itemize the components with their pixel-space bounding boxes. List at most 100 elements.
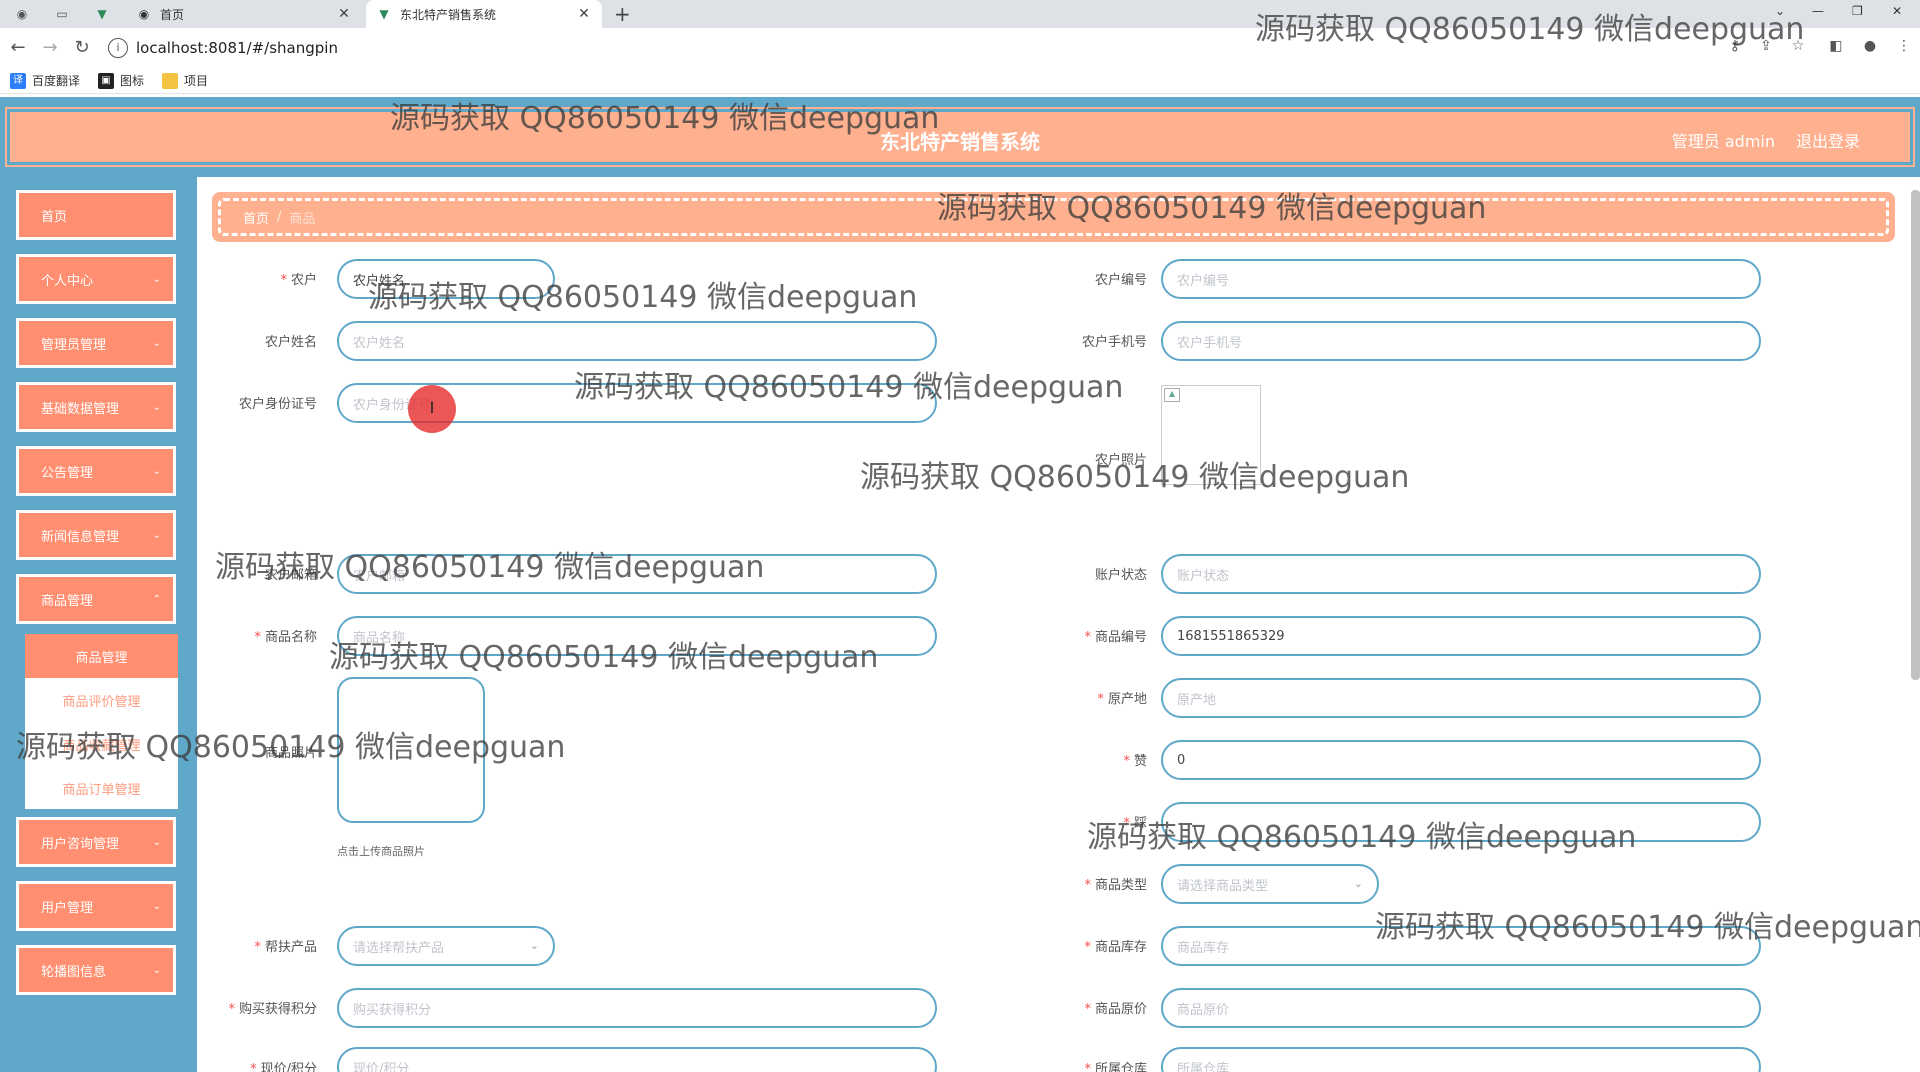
goods-type-select[interactable]: 请选择商品类型 ⌄ [1161,864,1379,904]
watermark: 源码获取 QQ86050149 微信deepguan [860,460,1410,495]
restore-icon[interactable]: ❐ [1852,4,1863,18]
new-tab-icon[interactable]: + [614,2,631,26]
tab-home[interactable]: ◉ 首页 ✕ [126,0,362,28]
minimize-icon[interactable]: — [1812,4,1824,18]
page-scrollbar[interactable] [1911,190,1920,680]
current-price-input[interactable]: 现价/积分 [337,1047,937,1072]
menu-icon[interactable]: ⋮ [1894,38,1914,58]
watermark: 源码获取 QQ86050149 微信deepguan [937,191,1487,226]
watermark: 源码获取 QQ86050149 微信deepguan [574,370,1124,405]
sidebar-item-admin[interactable]: 管理员管理 ⌄ [16,318,176,368]
sidebar-item-profile[interactable]: 个人中心 ⌄ [16,254,176,304]
field-label-nonghu-no: 农户编号 [1094,273,1147,288]
warehouse-input[interactable]: 所属仓库 [1161,1047,1761,1072]
chevron-down-icon: ⌄ [1353,877,1363,890]
bookmark-label: 项目 [184,74,209,88]
chevron-down-icon: ⌄ [152,964,161,976]
tab-system[interactable]: ▼ 东北特产销售系统 ✕ [366,0,602,28]
bookmarks-bar: 译 百度翻译 ▣ 图标 ■ 项目 [0,68,1920,94]
folder-icon: ■ [162,72,179,89]
watermark: 源码获取 QQ86050149 微信deepguan [368,280,918,315]
chevron-down-icon: ⌄ [152,529,161,541]
goods-type-placeholder: 请选择商品类型 [1177,878,1269,894]
field-label-nonghu: * 农户 [280,273,317,288]
field-label-account-status: 账户状态 [1094,568,1147,583]
globe-icon[interactable]: ◉ [14,6,30,22]
app-header: 东北特产销售系统 管理员 admin 退出登录 [0,97,1920,177]
field-label-goods-type: * 商品类型 [1084,878,1147,893]
sidebar-item-label: 用户管理 [41,900,94,916]
sidebar-item-notice[interactable]: 公告管理 ⌄ [16,446,176,496]
blank-tab-icon[interactable]: ▭ [54,6,70,22]
back-icon[interactable]: ← [6,36,30,60]
field-label-nonghu-name: 农户姓名 [264,335,317,350]
watermark: 源码获取 QQ86050149 微信deepguan [1087,820,1637,855]
bookmark-label: 百度翻译 [32,74,81,88]
submenu-item-comments[interactable]: 商品评价管理 [25,678,178,722]
help-product-select[interactable]: 请选择帮扶产品 ⌄ [337,926,555,966]
goods-no-input[interactable]: 1681551865329 [1161,616,1761,656]
submenu-item-orders[interactable]: 商品订单管理 [25,766,178,810]
submenu-item-goods[interactable]: 商品管理 [25,634,178,678]
sidebar-item-consult[interactable]: 用户咨询管理 ⌄ [16,817,176,867]
points-input[interactable]: 购买获得积分 [337,988,937,1028]
sidebar-item-label: 公告管理 [41,465,94,481]
sidebar-item-label: 首页 [41,209,68,225]
sidebar-item-label: 用户咨询管理 [41,836,120,852]
nonghu-no-input[interactable]: 农户编号 [1161,259,1761,299]
sidebar-item-label: 商品管理 [41,593,94,609]
field-label-help-product: * 帮扶产品 [254,940,317,955]
sidebar-item-carousel[interactable]: 轮播图信息 ⌄ [16,945,176,995]
field-label-current-price: * 现价/积分 [250,1062,317,1072]
profile-icon[interactable]: ● [1860,38,1880,58]
broken-image-icon: ▲ [1164,388,1180,402]
nonghu-name-input[interactable]: 农户姓名 [337,321,937,361]
bookmark-project[interactable]: ■ 项目 [162,72,208,89]
translate-icon: 译 [10,72,26,89]
watermark: 源码获取 QQ86050149 微信deepguan [329,640,879,675]
vue-icon[interactable]: ▼ [94,6,110,22]
sidebar-item-users[interactable]: 用户管理 ⌄ [16,881,176,931]
chevron-up-icon: ⌃ [152,593,161,605]
close-icon[interactable]: ✕ [336,6,352,22]
sidebar-item-label: 新闻信息管理 [41,529,120,545]
sidebar-item-label: 管理员管理 [41,337,107,353]
forward-icon[interactable]: → [38,36,62,60]
field-label-goods-no: * 商品编号 [1084,630,1147,645]
watermark: 源码获取 QQ86050149 微信deepguan [390,101,940,136]
breadcrumb-current: 商品 [289,211,316,227]
field-label-origin: * 原产地 [1097,692,1147,707]
field-label-goods-name: * 商品名称 [254,630,317,645]
cursor-highlight: I [408,385,456,433]
header-banner: 东北特产销售系统 管理员 admin 退出登录 [5,107,1915,167]
sidebar-item-basedata[interactable]: 基础数据管理 ⌄ [16,382,176,432]
account-status-input[interactable]: 账户状态 [1161,554,1761,594]
sidepanel-icon[interactable]: ◧ [1826,38,1846,58]
bookmark-icons[interactable]: ▣ 图标 [98,72,144,89]
nonghu-phone-input[interactable]: 农户手机号 [1161,321,1761,361]
close-window-icon[interactable]: ✕ [1892,4,1902,18]
origin-input[interactable]: 原产地 [1161,678,1761,718]
tab-label: 东北特产销售系统 [400,7,497,22]
breadcrumb-separator: / [277,209,282,225]
close-icon[interactable]: ✕ [576,6,592,22]
field-label-warehouse: * 所属仓库 [1084,1062,1147,1072]
app-title: 东北特产销售系统 [880,130,1040,154]
sidebar-item-news[interactable]: 新闻信息管理 ⌄ [16,510,176,560]
bookmark-label: 图标 [120,74,145,88]
reload-icon[interactable]: ↻ [70,36,94,60]
sidebar-item-home[interactable]: 首页 [16,190,176,240]
info-icon[interactable]: i [108,38,128,58]
field-label-nonghu-idcard: 农户身份证号 [238,397,317,412]
zan-input[interactable]: 0 [1161,740,1761,780]
bookmark-baidu-translate[interactable]: 译 百度翻译 [10,72,80,89]
logout-link[interactable]: 退出登录 [1796,128,1860,152]
chevron-down-icon: ⌄ [152,337,161,349]
chevron-down-icon: ⌄ [152,900,161,912]
chevron-down-icon: ⌄ [152,401,161,413]
watermark: 源码获取 QQ86050149 微信deepguan [1375,910,1920,945]
orig-price-input[interactable]: 商品原价 [1161,988,1761,1028]
sidebar-item-goods[interactable]: 商品管理 ⌃ [16,574,176,624]
field-label-stock: * 商品库存 [1084,940,1147,955]
breadcrumb-home[interactable]: 首页 [243,208,269,227]
